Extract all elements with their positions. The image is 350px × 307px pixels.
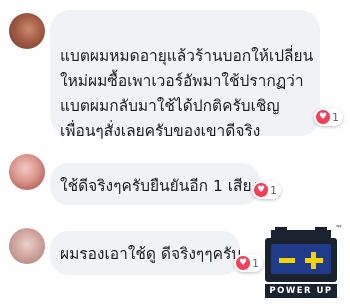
minus-icon <box>279 258 295 263</box>
reaction-count: 1 <box>332 110 339 124</box>
reaction-badge[interactable]: ♥ 1 <box>314 108 343 126</box>
reaction-badge[interactable]: ♥ 1 <box>234 254 263 272</box>
battery-panel <box>271 244 331 274</box>
comment-text: แบตผมหมดอายุแล้วร้านบอกให้เปลี่ยน ใหม่ผม… <box>60 47 314 140</box>
comment-bubble: ผมรองเอาใช้ดู ดีจริงๆๆครับ <box>50 231 242 275</box>
heart-icon: ♥ <box>236 256 250 270</box>
reaction-badge[interactable]: ♥ 1 <box>252 181 281 199</box>
plus-icon <box>311 252 316 269</box>
brand-name: POWER UP <box>265 284 337 298</box>
commenter-avatar[interactable] <box>9 228 45 264</box>
reaction-count: 1 <box>270 183 277 197</box>
comment-bubble: แบตผมหมดอายุแล้วร้านบอกให้เปลี่ยน ใหม่ผม… <box>50 10 320 140</box>
heart-icon: ♥ <box>316 110 330 124</box>
commenter-avatar[interactable] <box>9 13 45 49</box>
reaction-count: 1 <box>252 256 259 270</box>
battery-icon <box>265 238 337 282</box>
comment-text: ผมรองเอาใช้ดู ดีจริงๆๆครับ <box>60 245 242 263</box>
battery-top <box>271 230 331 238</box>
commenter-avatar[interactable] <box>9 154 45 190</box>
comment-bubble: ใช้ดีจริงๆครับยืนยันอีก 1 เสียง <box>50 163 260 205</box>
trademark-symbol: ™ <box>335 224 343 233</box>
heart-icon: ♥ <box>254 183 268 197</box>
power-up-logo: ™ POWER UP <box>263 224 345 304</box>
comment-text: ใช้ดีจริงๆครับยืนยันอีก 1 เสียง <box>60 177 260 195</box>
